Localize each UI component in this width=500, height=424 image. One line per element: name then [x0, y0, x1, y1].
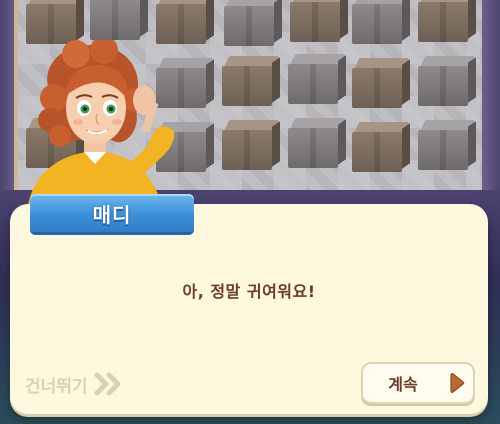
crate-tile	[352, 58, 410, 108]
continue-button[interactable]: 계속	[361, 362, 475, 404]
crate-tile	[224, 0, 282, 46]
crate-tile	[90, 0, 148, 40]
arrow-right-icon	[449, 372, 465, 397]
character-portrait	[16, 36, 196, 220]
speaker-name-tag: 매디	[30, 194, 194, 232]
crate-tile	[290, 0, 348, 42]
crate-tile	[156, 0, 214, 44]
dialog-line: 아, 정말 귀여워요!	[182, 282, 316, 301]
speaker-name: 매디	[92, 202, 132, 227]
character-illustration	[26, 36, 175, 220]
crate-tile	[418, 56, 476, 106]
skip-button[interactable]: 건너뛰기	[25, 370, 124, 398]
skip-label: 건너뛰기	[25, 376, 88, 397]
crate-tile	[288, 118, 346, 168]
crate-tile	[222, 120, 280, 170]
crate-tile	[222, 56, 280, 106]
crate-tile	[352, 122, 410, 172]
crate-tile	[418, 0, 476, 42]
crate-tile	[352, 0, 410, 44]
crate-tile	[418, 120, 476, 170]
crate-tile	[288, 54, 346, 104]
crate-tile	[26, 0, 84, 44]
double-chevron-right-icon	[94, 372, 124, 396]
continue-label: 계속	[388, 375, 418, 394]
